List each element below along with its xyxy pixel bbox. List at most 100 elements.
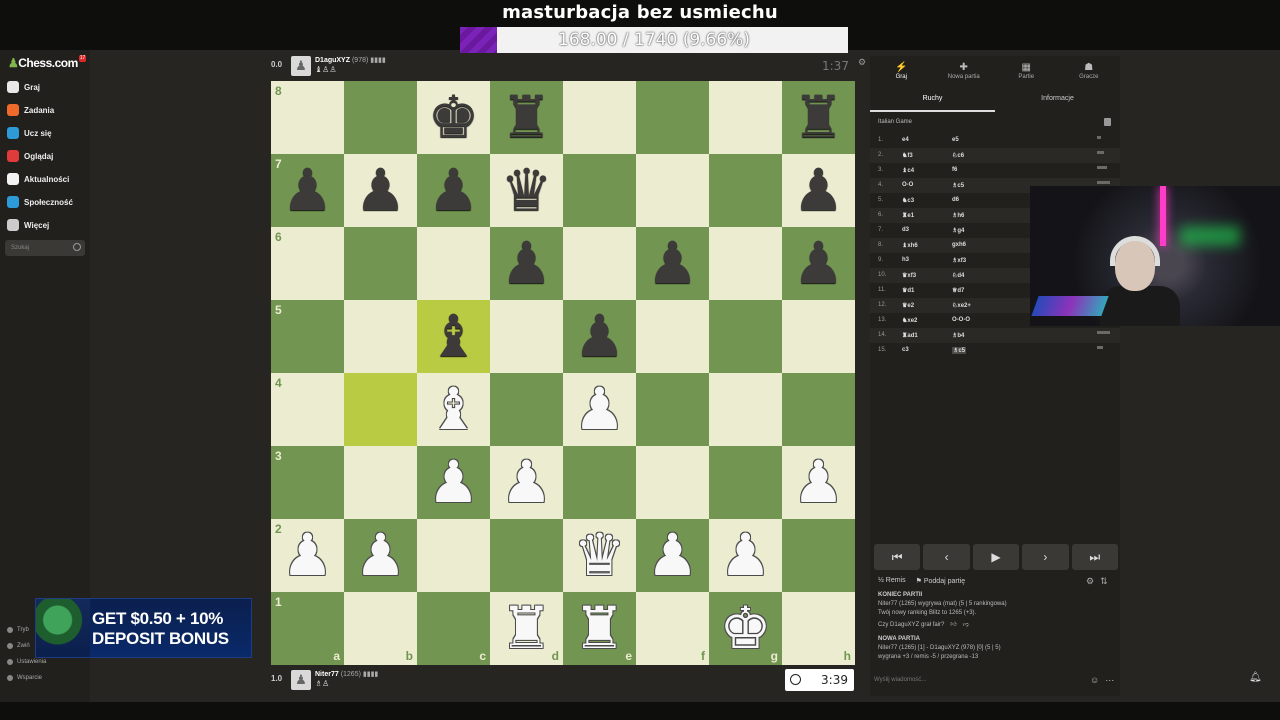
sidebar-item-7[interactable]: Więcej: [7, 216, 49, 234]
square-a6[interactable]: 6: [271, 227, 344, 300]
white-move[interactable]: ♞f3: [902, 152, 913, 159]
square-b5[interactable]: [344, 300, 417, 373]
square-d3[interactable]: ♟: [490, 446, 563, 519]
white-move[interactable]: O-O: [902, 182, 913, 188]
white-pawn-piece[interactable]: ♟: [417, 446, 490, 519]
white-pawn-piece[interactable]: ♟: [782, 446, 855, 519]
white-move[interactable]: ♞c3: [902, 197, 914, 204]
square-g3[interactable]: [709, 446, 782, 519]
white-rook-piece[interactable]: ♜: [563, 592, 636, 665]
square-a2[interactable]: 2 ♟: [271, 519, 344, 592]
square-d1[interactable]: d ♜: [490, 592, 563, 665]
black-pawn-piece[interactable]: ♟: [782, 154, 855, 227]
square-d6[interactable]: ♟: [490, 227, 563, 300]
black-move[interactable]: ♗h6: [952, 212, 964, 219]
sidebar-item-5[interactable]: Aktualności: [7, 170, 69, 188]
sidebar-item-6[interactable]: Społeczność: [7, 193, 73, 211]
white-move[interactable]: ♜e1: [902, 212, 914, 219]
more-icon[interactable]: ⋯: [1105, 675, 1114, 686]
sidebar-bottom-item[interactable]: Wsparcie: [7, 675, 42, 681]
black-pawn-piece[interactable]: ♟: [490, 227, 563, 300]
white-pawn-piece[interactable]: ♟: [344, 519, 417, 592]
first-move-button[interactable]: ⏮: [874, 544, 921, 570]
black-move[interactable]: ♗b4: [952, 332, 964, 339]
white-move[interactable]: ♛e2: [902, 302, 914, 309]
square-d4[interactable]: [490, 373, 563, 446]
square-g4[interactable]: [709, 373, 782, 446]
square-e7[interactable]: [563, 154, 636, 227]
tab-2[interactable]: ✚ Nowa partia: [933, 56, 996, 88]
tab-1[interactable]: ⚡ Graj: [870, 56, 933, 88]
square-e8[interactable]: [563, 81, 636, 154]
black-pawn-piece[interactable]: ♟: [782, 227, 855, 300]
square-h5[interactable]: [782, 300, 855, 373]
square-f5[interactable]: [636, 300, 709, 373]
search-input[interactable]: Szukaj: [5, 240, 85, 256]
square-b8[interactable]: [344, 81, 417, 154]
black-pawn-piece[interactable]: ♟: [344, 154, 417, 227]
square-h2[interactable]: [782, 519, 855, 592]
black-move[interactable]: e5: [952, 137, 959, 143]
ad-banner[interactable]: GET $0.50 + 10% DEPOSIT BONUS: [35, 598, 252, 658]
white-move[interactable]: ♝xh6: [902, 242, 918, 249]
black-pawn-piece[interactable]: ♟: [563, 300, 636, 373]
black-queen-piece[interactable]: ♛: [490, 154, 563, 227]
square-f4[interactable]: [636, 373, 709, 446]
square-c4[interactable]: ♝: [417, 373, 490, 446]
white-move[interactable]: e4: [902, 137, 909, 143]
tab-4[interactable]: ☗ Gracze: [1058, 56, 1121, 88]
square-h4[interactable]: [782, 373, 855, 446]
opponent-name[interactable]: D1aguXYZ (978) ▮▮▮▮: [315, 56, 386, 64]
tab-info[interactable]: Informacje: [995, 90, 1120, 112]
square-b3[interactable]: [344, 446, 417, 519]
sidebar-item-2[interactable]: Zadania: [7, 101, 54, 119]
white-queen-piece[interactable]: ♛: [563, 519, 636, 592]
emoji-icon[interactable]: ☺: [1090, 675, 1099, 686]
thumbs-down-icon[interactable]: 👎︎: [963, 621, 969, 629]
white-bishop-piece[interactable]: ♝: [417, 373, 490, 446]
last-move-button[interactable]: ⏭: [1071, 544, 1119, 570]
square-g5[interactable]: [709, 300, 782, 373]
white-move[interactable]: ♝c4: [902, 167, 914, 174]
white-move[interactable]: ♛d1: [902, 287, 914, 294]
square-f1[interactable]: f: [636, 592, 709, 665]
black-move[interactable]: ♘d4: [952, 272, 964, 279]
black-move[interactable]: ♗c5: [952, 182, 964, 189]
avatar[interactable]: ♟: [291, 56, 311, 76]
square-b4[interactable]: [344, 373, 417, 446]
black-pawn-piece[interactable]: ♟: [636, 227, 709, 300]
square-h3[interactable]: ♟: [782, 446, 855, 519]
square-e1[interactable]: e ♜: [563, 592, 636, 665]
resign-button[interactable]: ⚑ Poddaj partię: [916, 577, 965, 585]
square-g7[interactable]: [709, 154, 782, 227]
square-b1[interactable]: b: [344, 592, 417, 665]
black-bishop-piece[interactable]: ♝: [417, 300, 490, 373]
square-a7[interactable]: 7 ♟: [271, 154, 344, 227]
player-name[interactable]: Niter77 (1265) ▮▮▮▮: [315, 670, 378, 678]
square-a3[interactable]: 3: [271, 446, 344, 519]
square-a1[interactable]: 1a: [271, 592, 344, 665]
square-h6[interactable]: ♟: [782, 227, 855, 300]
square-a5[interactable]: 5: [271, 300, 344, 373]
black-move[interactable]: ♕d7: [952, 287, 964, 294]
analysis-icon[interactable]: ⚙: [1086, 576, 1094, 587]
square-a8[interactable]: 8: [271, 81, 344, 154]
tab-moves[interactable]: Ruchy: [870, 90, 995, 112]
square-b2[interactable]: ♟: [344, 519, 417, 592]
square-c2[interactable]: [417, 519, 490, 592]
square-d7[interactable]: ♛: [490, 154, 563, 227]
square-d8[interactable]: ♜: [490, 81, 563, 154]
square-e6[interactable]: [563, 227, 636, 300]
square-d5[interactable]: [490, 300, 563, 373]
square-c8[interactable]: ♚: [417, 81, 490, 154]
black-move[interactable]: O-O-O: [952, 317, 970, 323]
square-g2[interactable]: ♟: [709, 519, 782, 592]
square-g6[interactable]: [709, 227, 782, 300]
square-f7[interactable]: [636, 154, 709, 227]
square-f8[interactable]: [636, 81, 709, 154]
sidebar-bottom-item[interactable]: Ustawienia: [7, 659, 46, 665]
draw-button[interactable]: ½ Remis: [878, 577, 906, 585]
sidebar-item-3[interactable]: Ucz się: [7, 124, 52, 142]
square-a4[interactable]: 4: [271, 373, 344, 446]
square-b7[interactable]: ♟: [344, 154, 417, 227]
